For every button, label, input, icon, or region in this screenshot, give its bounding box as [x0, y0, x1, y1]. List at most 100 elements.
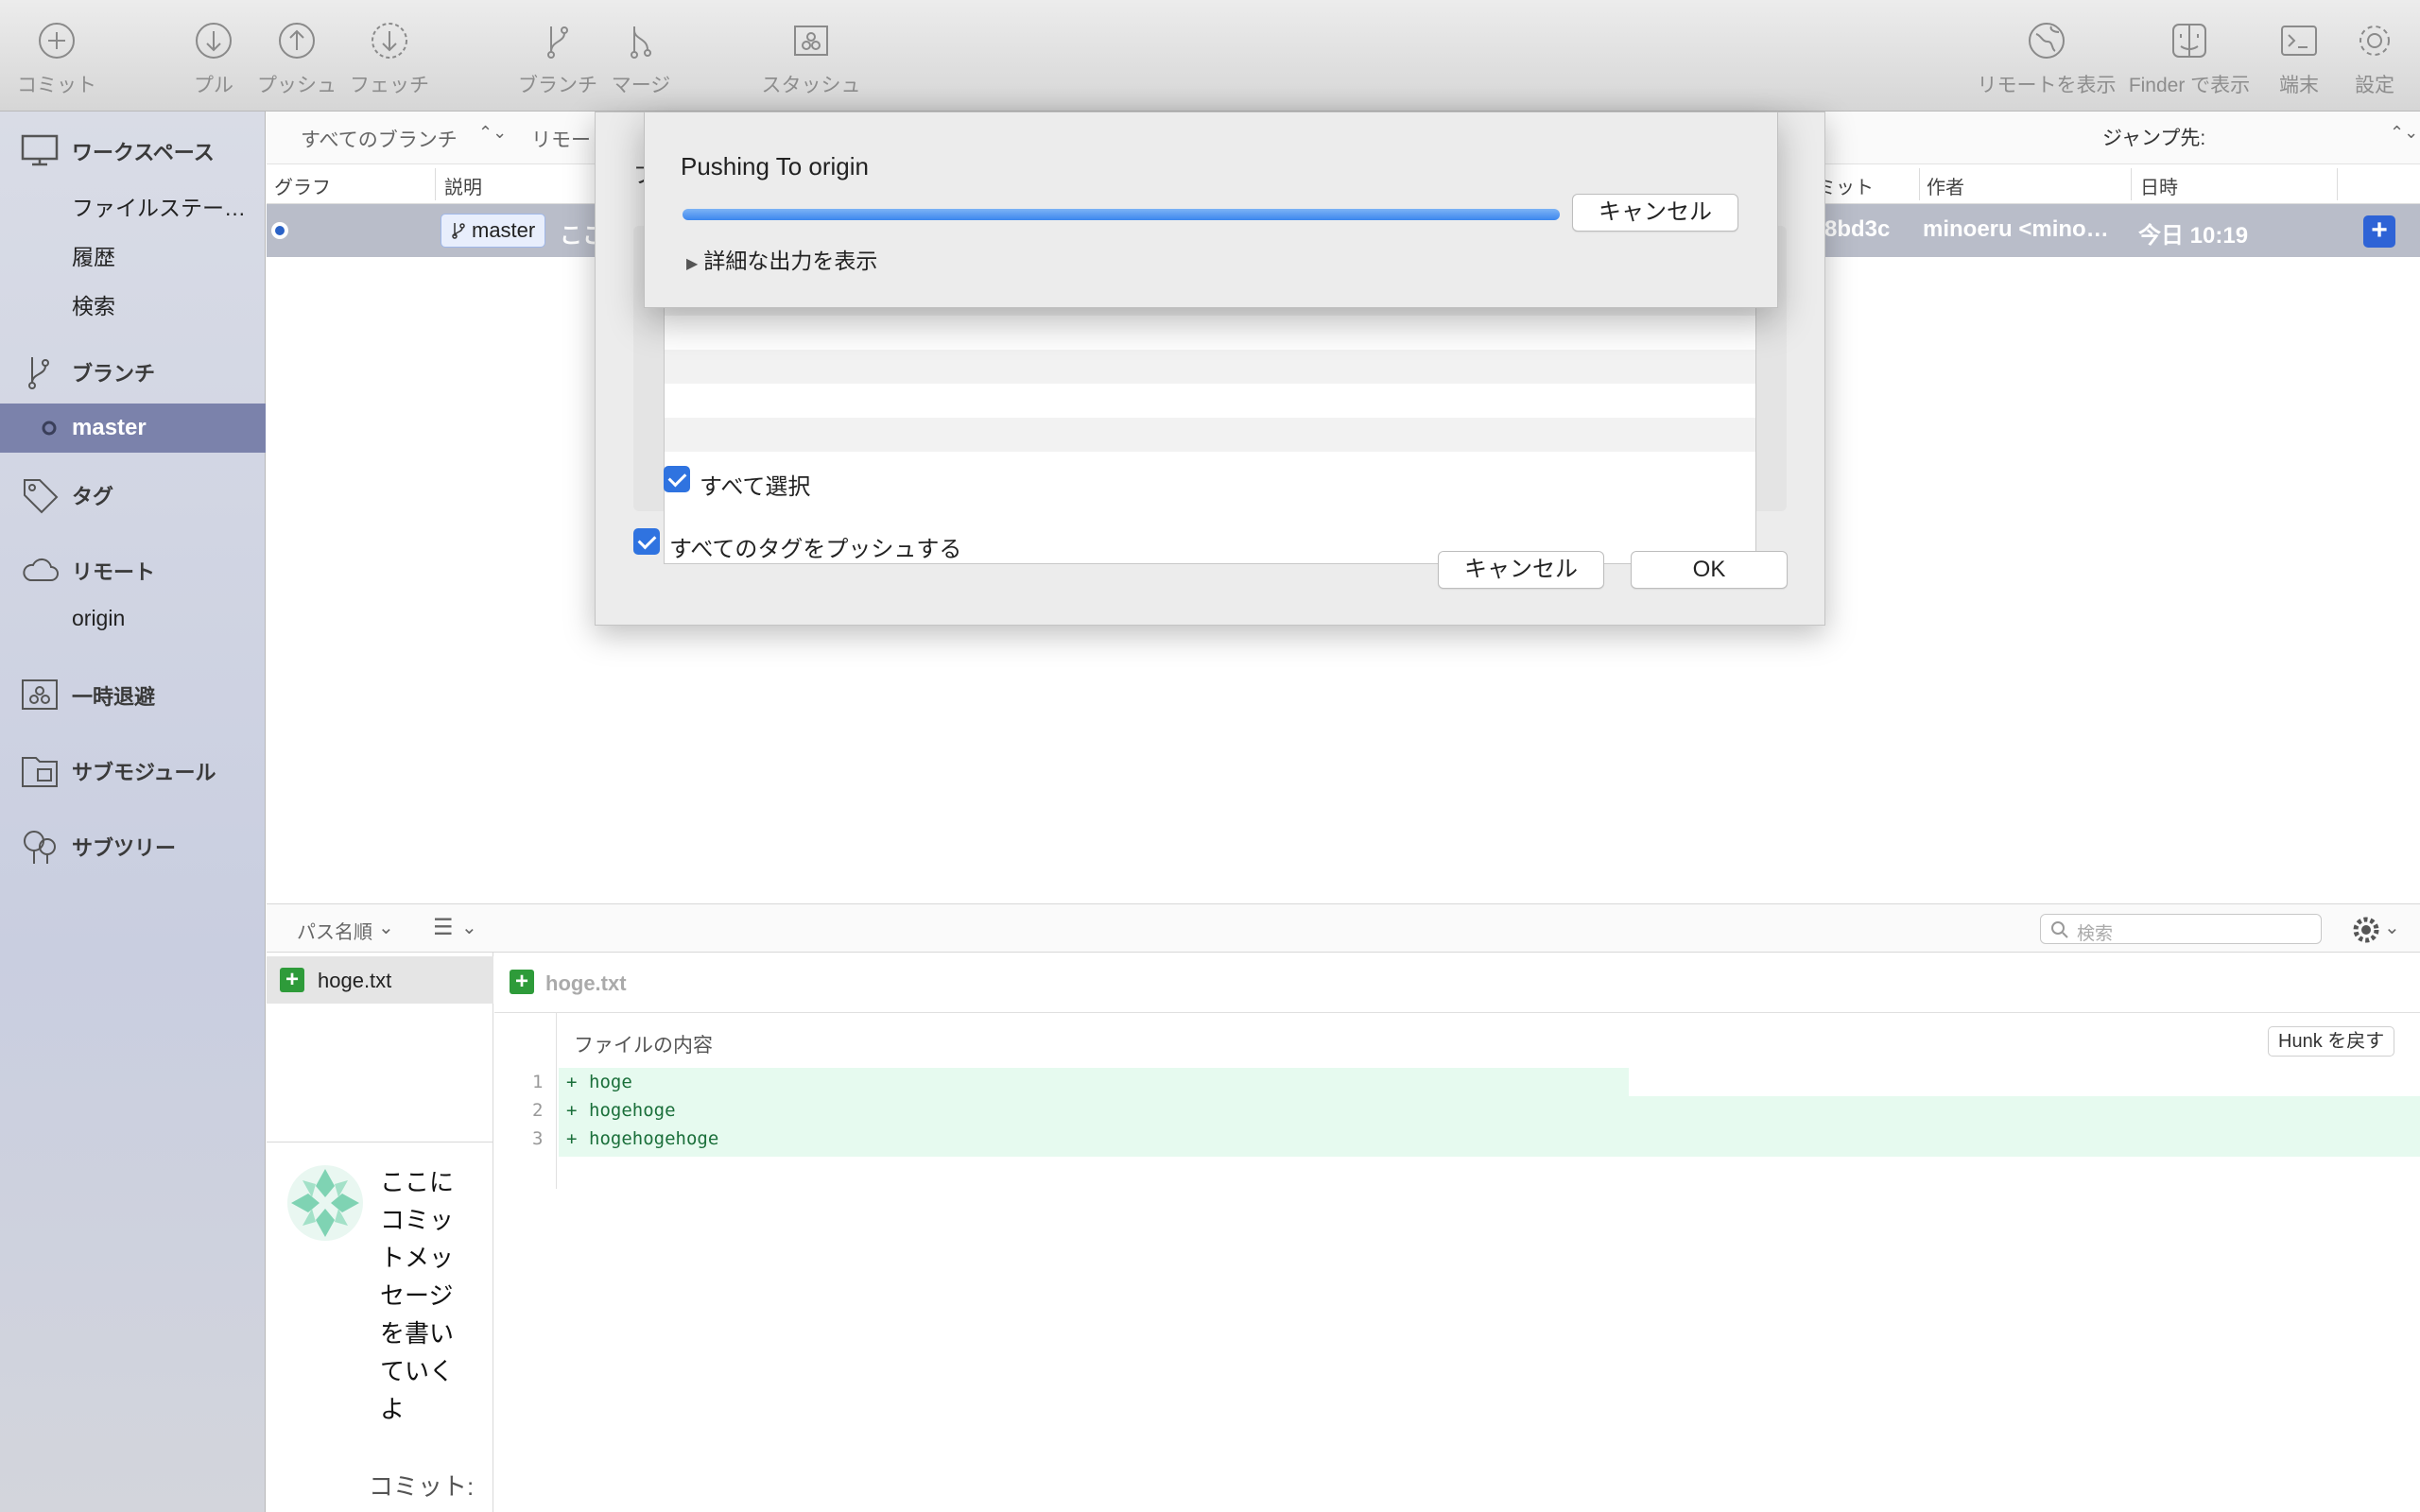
sort-select[interactable]: パス名順 [297, 917, 372, 944]
branch-table: master master ⌃⌄ [664, 281, 1756, 564]
cloud-icon [23, 558, 59, 581]
sidebar-item-tags[interactable]: タグ [0, 471, 266, 520]
highlight-gap [1629, 1068, 2420, 1096]
finder-icon [2172, 24, 2206, 58]
sidebar-item-remote-origin[interactable]: origin [0, 593, 266, 643]
branch-icon [28, 357, 49, 389]
sidebar-item-branch-master[interactable]: master [0, 404, 266, 453]
commit-message-line: コミッ [380, 1206, 455, 1234]
line-number: 3 [532, 1128, 544, 1149]
commit-message: ここに コミッ トメッ セージ を書い ていく よ [380, 1163, 484, 1428]
col-divider [2337, 168, 2338, 200]
pull-icon [196, 23, 232, 59]
code-line-text: hogehogehoge [589, 1128, 719, 1149]
stash-button[interactable]: スタッシュ [754, 19, 868, 98]
progress-bar [683, 209, 1560, 220]
commit-message-line: ここに [380, 1168, 455, 1196]
select-all-checkbox[interactable] [664, 466, 690, 492]
push-progress-dialog: Pushing To origin キャンセル ▶ 詳細な出力を表示 [644, 112, 1778, 308]
all-branches-select[interactable]: すべてのブランチ [301, 125, 458, 153]
added-marker: + [566, 1128, 578, 1149]
list-view-icon[interactable]: ☰ [433, 914, 454, 941]
settings-button[interactable]: 設定 [2318, 19, 2420, 98]
commit-node-icon [271, 222, 288, 239]
commit-author: minoeru <mino… [1923, 216, 2109, 242]
line-number: 2 [532, 1100, 544, 1121]
hunk-header: ファイルの内容 [574, 1035, 713, 1057]
show-finder-label: Finder で表示 [2128, 75, 2251, 96]
fetch-label: フェッチ [350, 75, 429, 96]
sidebar-label: ファイルステー… [72, 196, 246, 220]
col-description[interactable]: 説明 [444, 172, 482, 199]
commit-button[interactable]: コミット [0, 19, 113, 98]
push-all-tags-checkbox[interactable] [633, 528, 660, 555]
sidebar-item-search[interactable]: 検索 [0, 280, 266, 329]
code-line-text: hogehoge [589, 1100, 676, 1121]
show-remote-button[interactable]: リモートを表示 [1966, 19, 2127, 98]
branch-icon [547, 26, 568, 59]
sidebar-item-remotes[interactable]: リモート [0, 546, 266, 595]
col-commit[interactable]: ミット [1817, 172, 1874, 199]
progress-title: Pushing To origin [681, 152, 869, 180]
sidebar-item-stashes[interactable]: 一時退避 [0, 671, 266, 720]
col-date[interactable]: 日時 [2140, 172, 2178, 199]
file-list-item[interactable]: + hoge.txt [267, 956, 493, 1004]
stash-icon [22, 679, 58, 710]
chevron-down-icon: ⌄ [378, 918, 394, 938]
commit-label: コミット [17, 75, 96, 96]
commit-message-line: を書い [380, 1319, 455, 1348]
commit-message-line: よ [380, 1395, 406, 1423]
show-details-disclosure[interactable]: ▶ 詳細な出力を表示 [686, 243, 877, 275]
sidebar-label: 履歴 [72, 245, 115, 269]
commit-info-panel: ここに コミッ トメッ セージ を書い ていく よ コミット: [267, 1142, 493, 1512]
show-finder-button[interactable]: Finder で表示 [2123, 19, 2256, 98]
sidebar-item-subtrees[interactable]: サブツリー [0, 822, 266, 871]
table-row [665, 350, 1755, 384]
search-field[interactable]: 検索 [2040, 914, 2322, 944]
progress-cancel-button[interactable]: キャンセル [1572, 194, 1738, 232]
sidebar-item-submodules[interactable]: サブモジュール [0, 747, 266, 796]
select-all-label: すべて選択 [700, 474, 811, 500]
push-all-tags-label: すべてのタグをプッシュする [669, 537, 962, 562]
gear-icon[interactable] [2352, 916, 2380, 944]
push-icon [279, 23, 315, 59]
show-details-label: 詳細な出力を表示 [703, 249, 878, 273]
sidebar-label: master [72, 415, 147, 440]
merge-button[interactable]: マージ [584, 19, 698, 98]
sidebar: ワークスペース ファイルステー… 履歴 検索 ブランチ master タグ リモ… [0, 112, 266, 1512]
sidebar-item-branches[interactable]: ブランチ [0, 348, 266, 397]
jump-to-label: ジャンプ先: [2102, 128, 2206, 149]
diff-file-name: hoge.txt [545, 971, 627, 995]
fetch-button[interactable]: フェッチ [333, 19, 446, 98]
revert-hunk-button[interactable]: Hunk を戻す [2268, 1026, 2395, 1057]
file-list: + hoge.txt [267, 953, 493, 1142]
commit-message-line: セージ [380, 1281, 454, 1310]
remote-filter[interactable]: リモー [531, 125, 591, 153]
sidebar-label: ワークスペース [72, 141, 215, 164]
settings-label: 設定 [2355, 75, 2394, 96]
tree-icon [24, 831, 56, 864]
show-remote-label: リモートを表示 [1977, 75, 2117, 96]
commit-label: コミット: [369, 1472, 475, 1501]
col-author[interactable]: 作者 [1927, 172, 1964, 199]
col-graph[interactable]: グラフ [274, 172, 331, 199]
commit-message-line: ていく [380, 1357, 455, 1385]
avatar [287, 1165, 363, 1241]
branch-icon [452, 223, 465, 239]
monitor-icon [21, 134, 59, 166]
branch-label-badge: master [441, 214, 546, 248]
sidebar-item-workspace[interactable]: ワークスペース [0, 127, 266, 176]
gear-icon [2360, 26, 2390, 56]
stash-label: スタッシュ [761, 75, 861, 96]
cancel-button[interactable]: キャンセル [1438, 551, 1604, 589]
line-number: 1 [532, 1072, 544, 1092]
chevron-updown-icon[interactable]: ⌃⌄ [2390, 123, 2418, 143]
ok-button[interactable]: OK [1631, 551, 1788, 589]
file-list-toolbar: パス名順 ⌄ ☰ ⌄ 検索 ⌄ [267, 903, 2420, 953]
table-row [665, 418, 1755, 452]
sidebar-label: origin [72, 605, 126, 630]
sidebar-item-history[interactable]: 履歴 [0, 231, 266, 280]
add-icon[interactable]: + [2363, 215, 2395, 248]
sidebar-item-file-status[interactable]: ファイルステー… [0, 181, 266, 231]
sidebar-label: リモート [72, 560, 156, 584]
